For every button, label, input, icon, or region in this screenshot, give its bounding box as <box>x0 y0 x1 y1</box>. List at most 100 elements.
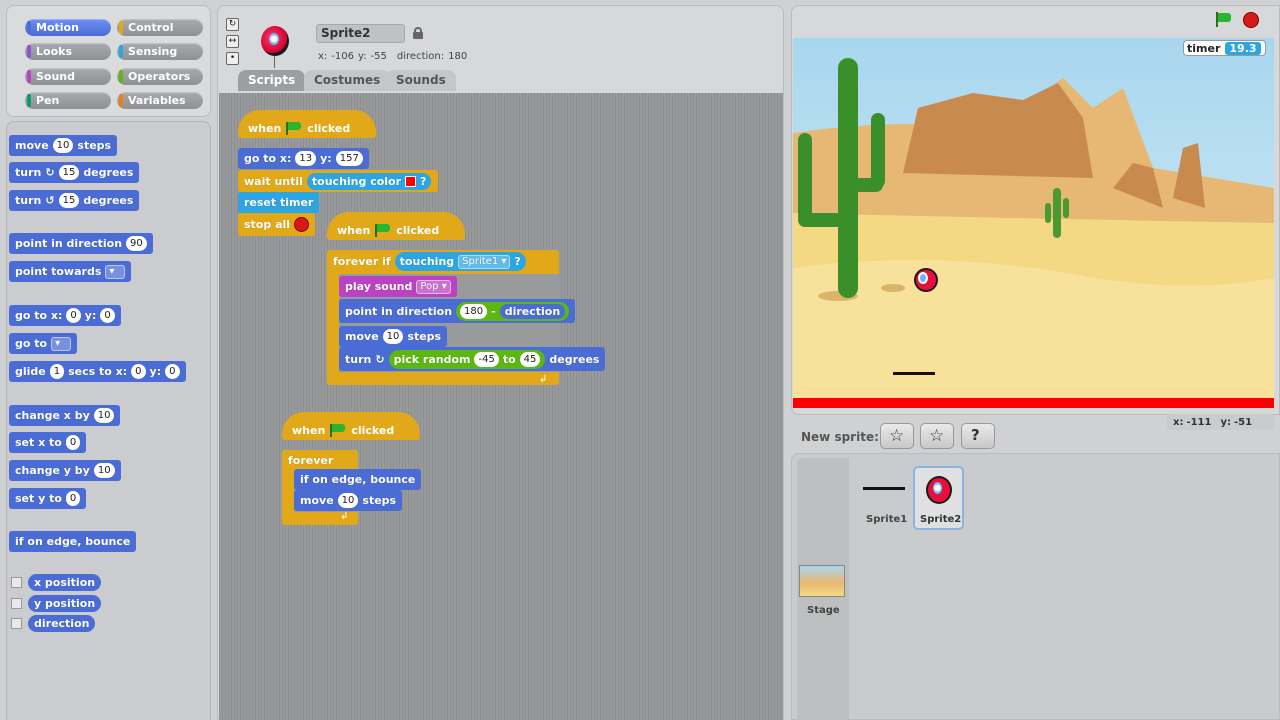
steps-input[interactable]: 10 <box>337 493 359 508</box>
play-sound-block[interactable]: play sound Pop ▾ <box>339 276 457 297</box>
target-dropdown[interactable]: ▾ <box>105 264 126 279</box>
stage-canvas[interactable] <box>793 38 1274 408</box>
stage-thumbnail[interactable] <box>799 565 845 597</box>
tab-sounds[interactable]: Sounds <box>386 70 456 91</box>
x-input[interactable]: 0 <box>131 364 146 379</box>
pick-random-reporter[interactable]: pick random -45 to 45 <box>388 349 546 369</box>
x-position-checkbox[interactable] <box>11 577 22 588</box>
palette-x-position-reporter[interactable]: x position <box>28 574 102 591</box>
operand-input[interactable]: 180 <box>460 303 488 319</box>
color-swatch[interactable] <box>405 175 417 187</box>
touching-color-reporter[interactable]: touching color ? <box>306 172 432 190</box>
palette-goto-xy-block[interactable]: go to x: 0 y: 0 <box>9 305 121 326</box>
new-sprite-bar: New sprite: ☆ ☆ ? <box>791 420 1280 453</box>
move-steps-block[interactable]: move 10 steps <box>339 326 448 347</box>
turn-degrees-block[interactable]: turn ↻ pick random -45 to 45 degrees <box>339 347 606 371</box>
category-panel: Motion Control Looks Sensing Sound Opera… <box>6 5 211 117</box>
when-flag-clicked-hat[interactable]: when clicked <box>238 110 376 138</box>
category-variables[interactable]: Variables <box>117 92 203 109</box>
random-to-input[interactable]: 45 <box>519 351 541 367</box>
steps-input[interactable]: 10 <box>52 138 74 153</box>
target-dropdown[interactable]: ▾ <box>51 336 72 351</box>
category-sound[interactable]: Sound <box>25 68 111 85</box>
x-input[interactable]: 0 <box>66 308 81 323</box>
timer-label: timer <box>1187 41 1221 55</box>
palette-change-x-block[interactable]: change x by 10 <box>9 405 121 426</box>
lock-icon[interactable] <box>413 27 423 39</box>
rotate-style-leftright-icon[interactable]: ↔ <box>226 35 239 48</box>
palette-set-x-block[interactable]: set x to 0 <box>9 432 87 453</box>
direction-checkbox[interactable] <box>11 618 22 629</box>
timer-monitor[interactable]: timer 19.3 <box>1183 40 1266 56</box>
wait-until-block[interactable]: wait until touching color ? <box>238 170 438 192</box>
stop-button[interactable] <box>1243 12 1259 28</box>
goto-xy-block[interactable]: go to x: 13 y: 157 <box>238 148 369 169</box>
block-text: set y to <box>15 492 62 505</box>
y-input[interactable]: 0 <box>100 308 115 323</box>
subtract-reporter[interactable]: 180 - direction <box>456 301 570 321</box>
category-looks[interactable]: Looks <box>25 43 111 60</box>
palette-turn-cw-block[interactable]: turn ↻ 15 degrees <box>9 162 140 183</box>
secs-input[interactable]: 1 <box>49 364 65 379</box>
category-motion[interactable]: Motion <box>25 19 111 36</box>
block-text: degrees <box>83 194 134 207</box>
move-steps-block[interactable]: move 10 steps <box>294 490 403 511</box>
palette-change-y-block[interactable]: change y by 10 <box>9 460 121 481</box>
palette-set-y-block[interactable]: set y to 0 <box>9 488 87 509</box>
green-flag-icon <box>330 423 346 437</box>
touching-target-dropdown[interactable]: Sprite1 ▾ <box>458 254 511 269</box>
sprite-name-field[interactable]: Sprite2 <box>316 24 405 43</box>
random-from-input[interactable]: -45 <box>474 351 499 367</box>
palette-glide-block[interactable]: glide 1 secs to x: 0 y: 0 <box>9 361 186 382</box>
rotate-style-none-icon[interactable]: • <box>226 52 239 65</box>
green-flag-button[interactable] <box>1214 12 1232 27</box>
when-flag-clicked-hat[interactable]: when clicked <box>282 412 420 440</box>
value-input[interactable]: 10 <box>93 408 115 423</box>
rotate-ccw-icon: ↺ <box>45 194 55 207</box>
category-operators[interactable]: Operators <box>117 68 203 85</box>
sprite2-thumbnail <box>926 476 952 504</box>
tab-costumes[interactable]: Costumes <box>304 70 391 91</box>
touching-sprite-reporter[interactable]: touching Sprite1 ▾ ? <box>394 252 526 271</box>
rotate-style-full-icon[interactable]: ↻ <box>226 18 239 31</box>
y-position-checkbox[interactable] <box>11 598 22 609</box>
category-control[interactable]: Control <box>117 19 203 36</box>
y-input[interactable]: 157 <box>335 151 363 166</box>
palette-move-block[interactable]: move 10 steps <box>9 135 118 156</box>
degrees-input[interactable]: 15 <box>58 165 80 180</box>
value-input[interactable]: 10 <box>93 463 115 478</box>
reset-timer-block[interactable]: reset timer <box>238 192 320 213</box>
direction-reporter[interactable]: direction <box>499 303 566 319</box>
block-text: point towards <box>15 265 102 278</box>
stop-all-block[interactable]: stop all <box>238 213 316 236</box>
palette-direction-reporter[interactable]: direction <box>28 615 96 632</box>
palette-y-position-reporter[interactable]: y position <box>28 595 102 612</box>
palette-point-towards-block[interactable]: point towards ▾ <box>9 261 132 282</box>
if-on-edge-bounce-block[interactable]: if on edge, bounce <box>294 469 422 490</box>
block-text: clicked <box>396 223 440 237</box>
random-sprite-button[interactable]: ? <box>961 423 995 449</box>
paint-new-sprite-button[interactable]: ☆ <box>880 423 914 449</box>
when-flag-clicked-hat[interactable]: when clicked <box>327 212 465 240</box>
degrees-input[interactable]: 15 <box>58 193 80 208</box>
x-input[interactable]: 13 <box>295 151 317 166</box>
point-in-direction-block[interactable]: point in direction 180 - direction <box>339 299 576 323</box>
tab-scripts[interactable]: Scripts <box>238 70 306 91</box>
palette-goto-block[interactable]: go to ▾ <box>9 333 78 354</box>
palette-point-direction-block[interactable]: point in direction 90 <box>9 233 153 254</box>
steps-input[interactable]: 10 <box>382 329 404 344</box>
category-sensing[interactable]: Sensing <box>117 43 203 60</box>
palette-bounce-block[interactable]: if on edge, bounce <box>9 531 137 552</box>
choose-sprite-file-button[interactable]: ☆ <box>920 423 954 449</box>
forever-if-header: forever if touching Sprite1 ▾ ? <box>327 251 532 272</box>
direction-input[interactable]: 90 <box>126 236 147 251</box>
sound-dropdown[interactable]: Pop ▾ <box>416 279 451 294</box>
sprite1-tile[interactable]: Sprite1 <box>858 467 908 529</box>
category-pen[interactable]: Pen <box>25 92 111 109</box>
value-input[interactable]: 0 <box>65 435 81 450</box>
green-flag-icon <box>375 223 391 237</box>
value-input[interactable]: 0 <box>65 491 81 506</box>
y-input[interactable]: 0 <box>165 364 180 379</box>
sprite2-tile[interactable]: Sprite2 <box>913 466 964 530</box>
palette-turn-ccw-block[interactable]: turn ↺ 15 degrees <box>9 190 140 211</box>
